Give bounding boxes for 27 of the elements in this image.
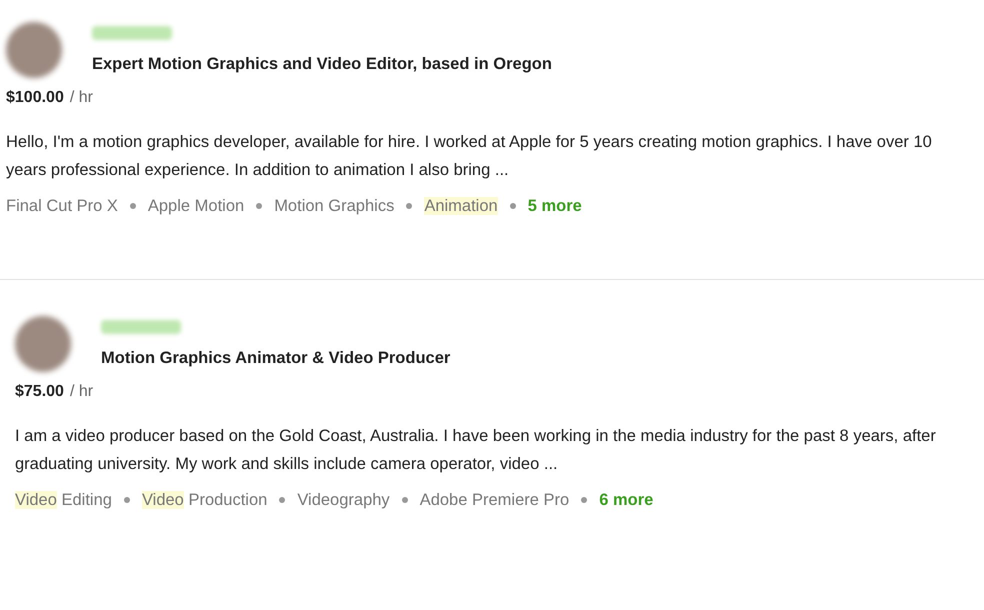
avatar-placeholder	[6, 22, 62, 78]
rate-unit: / hr	[70, 89, 93, 106]
skill-tag[interactable]: Final Cut Pro X	[6, 194, 118, 219]
bullet-icon	[124, 497, 130, 504]
skill-tag[interactable]: Motion Graphics	[274, 194, 394, 219]
skill-tag[interactable]: Video Editing	[15, 488, 112, 512]
rate-unit: / hr	[70, 382, 94, 400]
skill-tag[interactable]: Video Production	[142, 488, 268, 512]
avatar-placeholder	[15, 316, 71, 372]
job-title[interactable]: Motion Graphics Animator & Video Producer	[101, 346, 450, 370]
hourly-rate: $100.00	[6, 89, 64, 106]
bullet-icon	[510, 203, 516, 210]
bullet-icon	[256, 203, 262, 210]
profile-description: I am a video producer based on the Gold Coast, Australia. I have been working in the media industry for the past 8 years, after graduating university. My work and skills include camera operator, video ...	[15, 426, 937, 475]
profile-description: Hello, I'm a motion graphics developer, available for hire. I worked at Apple for 5 years creating motion graphics. I have over 10 years professional experience. In addition to animation I also bring ...	[6, 132, 933, 181]
more-skills-link[interactable]: 5 more	[528, 194, 582, 219]
skill-tag[interactable]: Apple Motion	[148, 194, 244, 219]
bullet-icon	[130, 203, 136, 210]
hourly-rate: $75.00	[15, 382, 64, 400]
bullet-icon	[279, 497, 286, 504]
bullet-icon	[406, 203, 412, 210]
skill-tag[interactable]: Videography	[297, 488, 390, 512]
more-skills-link[interactable]: 6 more	[599, 488, 654, 512]
bullet-icon	[402, 497, 408, 504]
job-title[interactable]: Expert Motion Graphics and Video Editor, based in Oregon	[92, 52, 552, 77]
bullet-icon	[581, 497, 588, 504]
skill-tag[interactable]: Adobe Premiere Pro	[420, 488, 570, 512]
